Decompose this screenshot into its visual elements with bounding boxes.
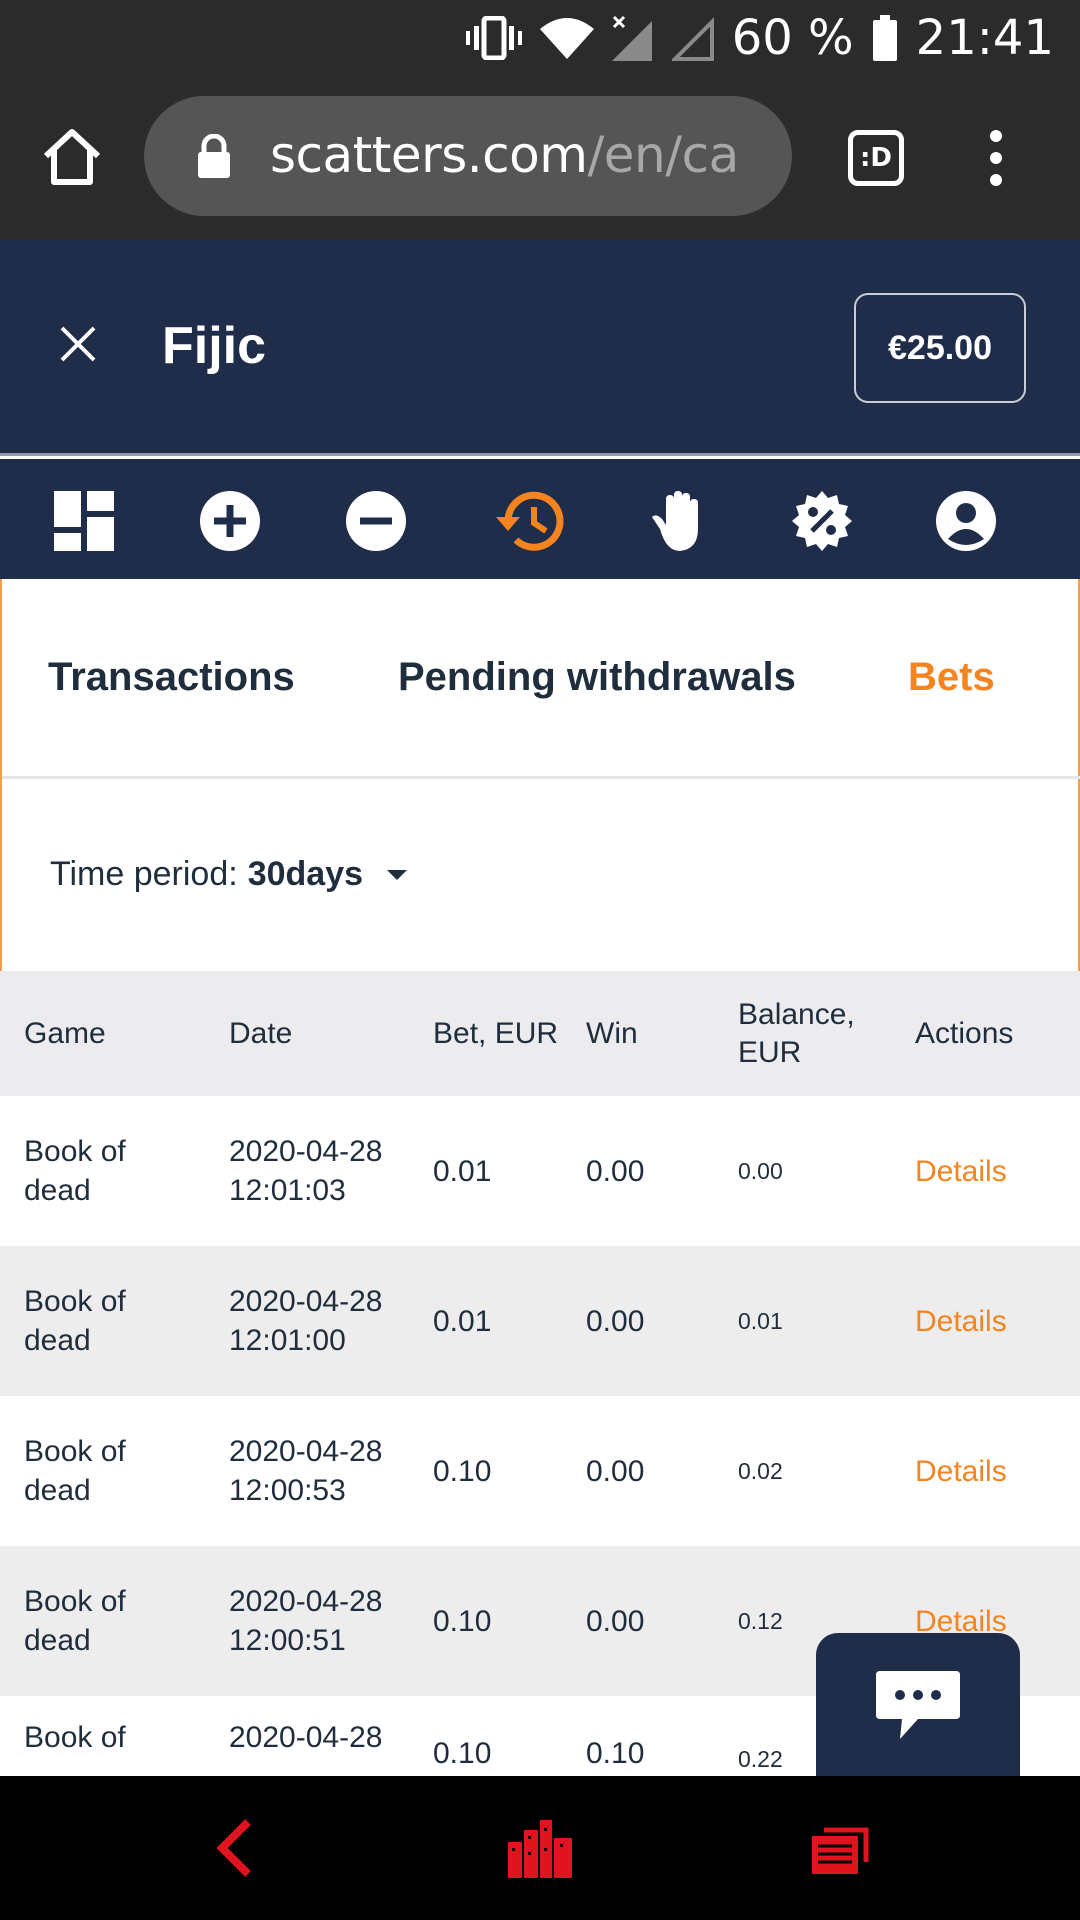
chat-bubble-icon: [876, 1671, 960, 1739]
column-header-game: Game: [24, 1016, 106, 1050]
cell-game: Book of dead: [24, 1435, 126, 1507]
home-icon[interactable]: [40, 126, 104, 190]
recent-apps-icon[interactable]: [810, 1818, 872, 1881]
column-header-bet: Bet, EUR: [433, 1016, 559, 1050]
back-icon[interactable]: [214, 1818, 254, 1883]
column-header-actions: Actions: [915, 1016, 1014, 1050]
time-period-value: 30days: [247, 855, 364, 893]
lock-icon: [196, 133, 232, 178]
column-header-win: Win: [586, 1016, 638, 1050]
details-link[interactable]: Details: [915, 1246, 1007, 1396]
tab-bets[interactable]: Bets: [908, 655, 995, 700]
table-row: Book of dead 2020-04-28 12:01:03 0.01 0.…: [0, 1096, 1080, 1246]
url-bar[interactable]: scatters.com/en/ca: [144, 96, 792, 216]
dashboard-icon[interactable]: [52, 489, 116, 553]
cell-date: 2020-04-28 12:00:51: [229, 1585, 383, 1657]
cell-bet: 0.10: [433, 1454, 492, 1488]
cell-win: 0.10: [586, 1737, 645, 1770]
cell-balance: 0.22: [738, 1746, 783, 1772]
cell-date: 2020-04-28: [229, 1721, 383, 1754]
caret-down-icon: [387, 869, 408, 880]
vibrate-icon: [465, 16, 522, 60]
clock: 21:41: [915, 10, 1054, 66]
time-period-dropdown[interactable]: Time period: 30days: [50, 855, 408, 894]
live-chat-button[interactable]: [816, 1633, 1020, 1783]
column-header-date: Date: [229, 1016, 293, 1050]
signal-off-icon: [611, 15, 654, 61]
deposit-plus-icon[interactable]: [198, 489, 262, 553]
cell-game: Book of dead: [24, 1585, 126, 1657]
tab-switcher-button[interactable]: :D: [848, 130, 904, 186]
cell-date: 2020-04-28 12:01:03: [229, 1135, 383, 1207]
history-panel: Transactions Pending withdrawals Bets Ti…: [0, 579, 1080, 971]
table-row: Book of dead 2020-04-28 12:01:00 0.01 0.…: [0, 1246, 1080, 1396]
overflow-menu-icon[interactable]: [982, 128, 1010, 188]
balance-button[interactable]: €25.00: [854, 293, 1026, 403]
status-bar: 60 % 21:41: [0, 0, 1080, 76]
cell-bet: 0.01: [433, 1304, 492, 1338]
signal-empty-icon: [671, 15, 714, 61]
details-link[interactable]: Details: [915, 1096, 1007, 1246]
column-header-balance: Balance, EUR: [738, 997, 855, 1069]
cell-balance: 0.01: [738, 1307, 783, 1334]
cell-bet: 0.01: [433, 1154, 492, 1188]
wifi-icon: [539, 17, 594, 59]
history-tabs: Transactions Pending withdrawals Bets: [2, 579, 1080, 779]
cell-win: 0.00: [586, 1154, 645, 1188]
limits-hand-icon[interactable]: [646, 489, 710, 553]
cell-game: Book of: [24, 1721, 126, 1754]
cell-win: 0.00: [586, 1304, 645, 1338]
cell-bet: 0.10: [433, 1604, 492, 1638]
battery-icon: [872, 15, 898, 61]
browser-toolbar: scatters.com/en/ca :D: [0, 76, 1080, 240]
cell-date: 2020-04-28 12:01:00: [229, 1285, 383, 1357]
account-icon-nav: [0, 459, 1080, 579]
profile-icon[interactable]: [934, 489, 998, 553]
withdraw-minus-icon[interactable]: [344, 489, 408, 553]
cell-balance: 0.02: [738, 1457, 783, 1484]
account-header: Fijic €25.00: [0, 240, 1080, 456]
system-navigation-bar: [0, 1776, 1080, 1920]
url-path: /en/ca: [587, 126, 739, 184]
table-row: Book of dead 2020-04-28 12:00:53 0.10 0.…: [0, 1396, 1080, 1546]
cell-win: 0.00: [586, 1454, 645, 1488]
time-period-label: Time period:: [50, 855, 238, 893]
battery-percent: 60 %: [731, 10, 854, 66]
url-domain: scatters.com: [270, 126, 588, 184]
cell-date: 2020-04-28 12:00:53: [229, 1435, 383, 1507]
cell-balance: 0.12: [738, 1607, 783, 1634]
cell-game: Book of dead: [24, 1135, 126, 1207]
home-city-icon[interactable]: [504, 1818, 576, 1885]
bonus-percent-icon[interactable]: [790, 489, 854, 553]
details-link[interactable]: Details: [915, 1396, 1007, 1546]
close-icon[interactable]: [56, 322, 100, 366]
cell-bet: 0.10: [433, 1737, 492, 1770]
cell-game: Book of dead: [24, 1285, 126, 1357]
tab-pending-withdrawals[interactable]: Pending withdrawals: [398, 655, 796, 700]
table-header: Game Date Bet, EUR Win Balance, EUR Acti…: [0, 971, 1080, 1096]
url-text: scatters.com/en/ca: [270, 126, 739, 184]
tab-transactions[interactable]: Transactions: [48, 655, 295, 700]
cell-win: 0.00: [586, 1604, 645, 1638]
username: Fijic: [162, 317, 267, 375]
cell-balance: 0.00: [738, 1157, 783, 1184]
history-icon[interactable]: [494, 489, 564, 553]
